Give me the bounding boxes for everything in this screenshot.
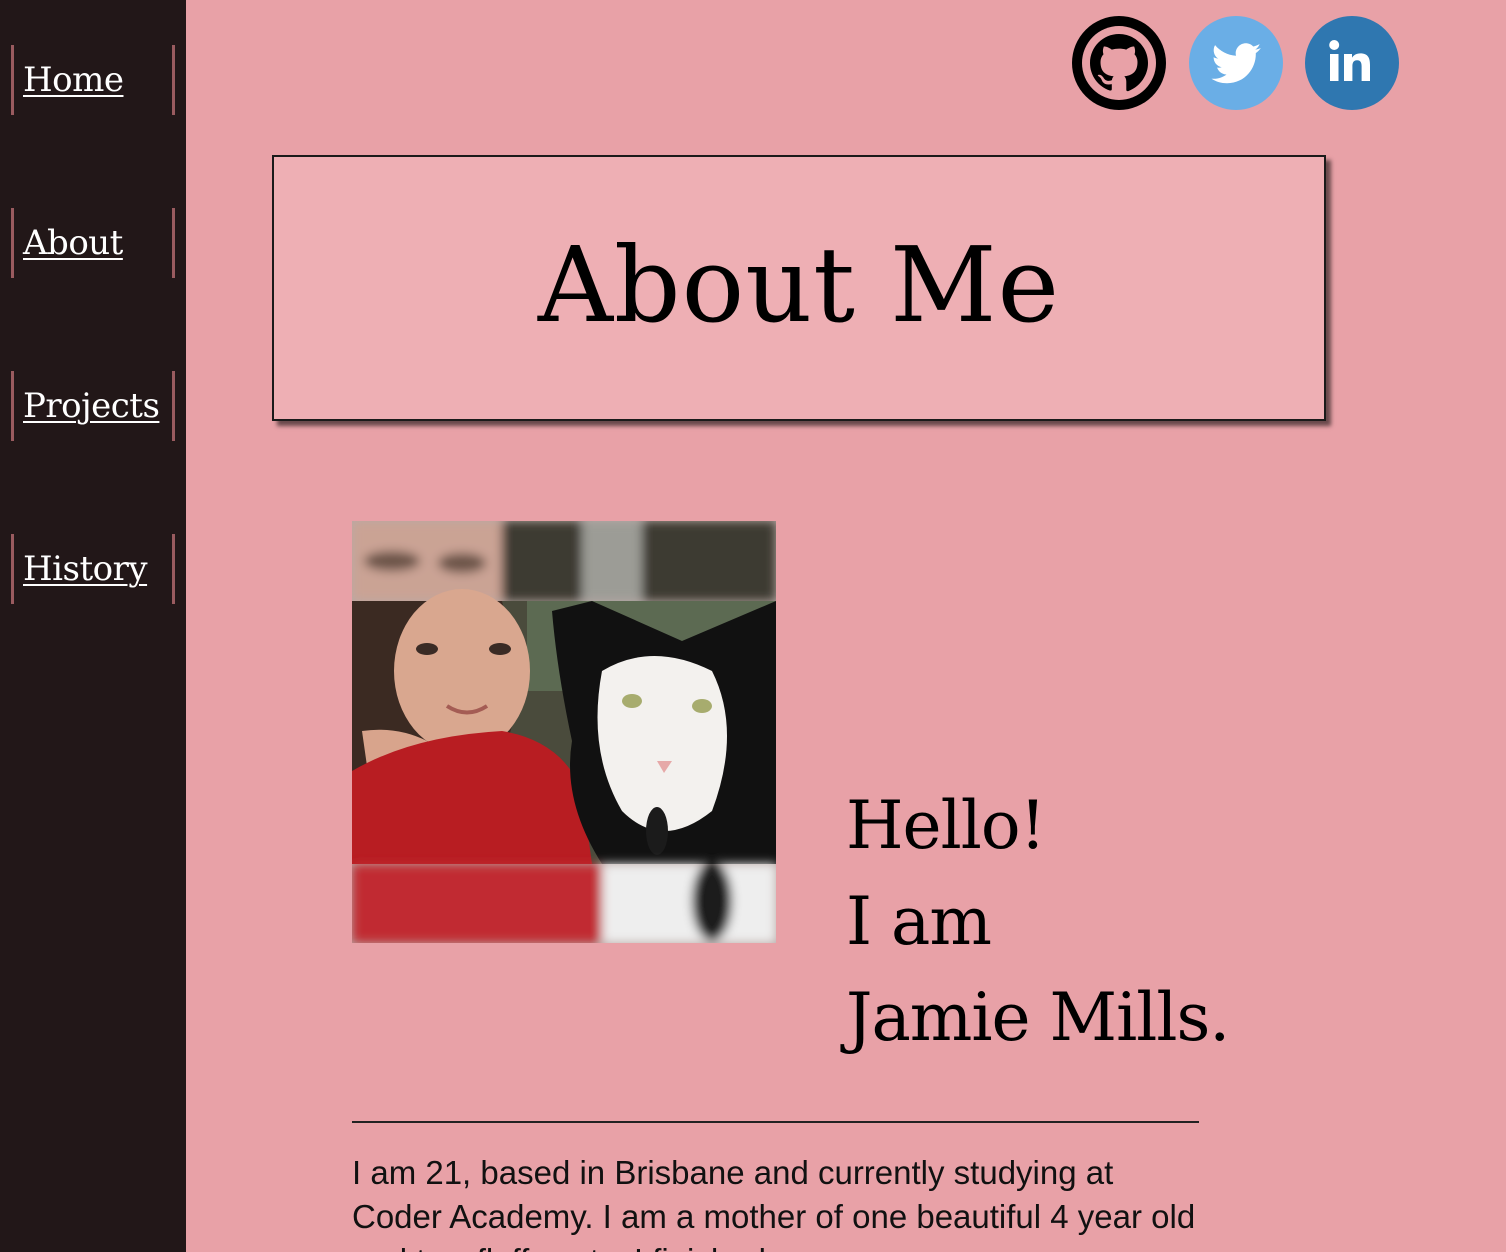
page-title-box: About Me — [272, 155, 1326, 421]
nav-item-history: History — [11, 534, 175, 604]
nav-link-projects[interactable]: Projects — [14, 386, 160, 426]
linkedin-link[interactable] — [1305, 16, 1399, 110]
greeting-line-3: Jamie Mills. — [846, 979, 1230, 1056]
nav-link-about[interactable]: About — [14, 223, 123, 263]
twitter-link[interactable] — [1189, 16, 1283, 110]
nav-link-history[interactable]: History — [14, 549, 148, 589]
linkedin-icon — [1305, 16, 1399, 110]
profile-photo-graphic — [352, 521, 776, 943]
nav-item-home: Home — [11, 45, 175, 115]
nav-item-about: About — [11, 208, 175, 278]
bio-paragraph: I am 21, based in Brisbane and currently… — [352, 1154, 1196, 1252]
sidebar-nav: Home About Projects History — [0, 0, 186, 1252]
divider — [352, 1121, 1199, 1123]
greeting-heading: Hello! I am Jamie Mills. — [846, 778, 1230, 1066]
twitter-icon — [1189, 16, 1283, 110]
nav-item-projects: Projects — [11, 371, 175, 441]
greeting-line-1: Hello! — [846, 787, 1046, 864]
github-icon — [1072, 16, 1166, 110]
greeting-line-2: I am — [846, 883, 992, 960]
nav-link-home[interactable]: Home — [14, 60, 124, 100]
profile-photo — [352, 521, 776, 943]
github-link[interactable] — [1072, 16, 1166, 110]
page-title: About Me — [537, 224, 1061, 346]
